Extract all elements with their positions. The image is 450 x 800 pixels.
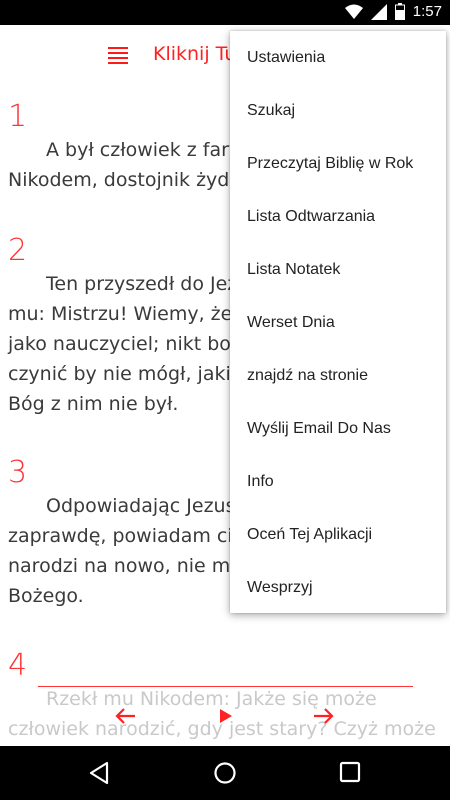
status-icons: 1:57	[344, 3, 442, 20]
navigation-bar	[0, 746, 450, 800]
menu-item-read-bible-in-year[interactable]: Przeczytaj Biblię w Rok	[230, 137, 446, 190]
menu-item-search[interactable]: Szukaj	[230, 84, 446, 137]
next-arrow-icon[interactable]	[312, 703, 336, 729]
cellular-signal-icon	[370, 3, 387, 20]
menu-item-support[interactable]: Wesprzyj	[230, 561, 446, 614]
player-progress-line	[38, 686, 413, 687]
recent-apps-icon[interactable]	[339, 761, 363, 785]
menu-item-playlist[interactable]: Lista Odtwarzania	[230, 190, 446, 243]
menu-item-find-on-page[interactable]: znajdź na stronie	[230, 349, 446, 402]
previous-arrow-icon[interactable]	[113, 703, 137, 729]
overflow-menu: Ustawienia Szukaj Przeczytaj Biblię w Ro…	[230, 31, 446, 613]
verse-number: 4	[8, 648, 28, 683]
menu-item-verse-of-day[interactable]: Werset Dnia	[230, 296, 446, 349]
home-icon[interactable]	[213, 761, 237, 785]
play-icon[interactable]	[214, 703, 238, 729]
menu-item-settings[interactable]: Ustawienia	[230, 31, 446, 84]
menu-item-info[interactable]: Info	[230, 455, 446, 508]
menu-item-rate-app[interactable]: Oceń Tej Aplikacji	[230, 508, 446, 561]
status-bar: 1:57	[0, 0, 450, 25]
status-time: 1:57	[412, 3, 442, 20]
player-controls	[0, 703, 450, 733]
menu-item-notes-list[interactable]: Lista Notatek	[230, 243, 446, 296]
menu-item-send-email[interactable]: Wyślij Email Do Nas	[230, 402, 446, 455]
battery-icon	[394, 3, 405, 20]
chapter-list-icon[interactable]	[108, 47, 128, 64]
wifi-icon	[344, 4, 363, 19]
chapter-selector-title[interactable]: Kliknij Tu	[153, 43, 236, 65]
back-icon[interactable]	[88, 761, 112, 785]
